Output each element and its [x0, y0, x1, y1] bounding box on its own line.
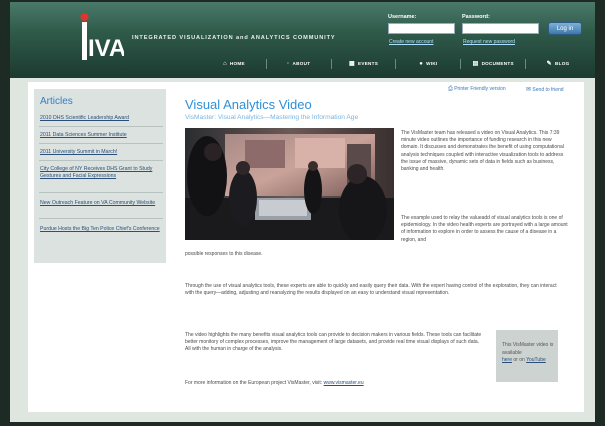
article-paragraph-2-end: possible responses to this disease.: [185, 251, 263, 257]
pen-icon: ✎: [546, 61, 552, 67]
nav-label: BLOG: [554, 61, 570, 66]
sidebar-divider: [39, 160, 163, 161]
site-title: INTEGRATED VISUALIZATION and ANALYTICS C…: [132, 35, 336, 41]
nav-label: HOME: [229, 61, 245, 66]
username-input[interactable]: [388, 23, 455, 34]
video-box-text: This VisMaster video is available here o…: [502, 342, 556, 365]
nav-documents[interactable]: ▤ DOCUMENTS: [461, 59, 527, 69]
home-icon: ⌂: [222, 61, 227, 67]
send-label: Send to friend: [532, 87, 564, 93]
sidebar-divider: [39, 192, 163, 193]
print-link[interactable]: ⎙ Printer Friendly version: [448, 86, 506, 93]
sidebar-divider: [39, 126, 163, 127]
page-subtitle: VisMaster: Visual Analytics—Mastering th…: [185, 114, 359, 121]
browser-page: IVAC INTEGRATED VISUALIZATION and ANALYT…: [10, 2, 595, 422]
password-input[interactable]: [462, 23, 539, 34]
nav-about[interactable]: · ABOUT: [267, 59, 332, 69]
site-header: IVAC INTEGRATED VISUALIZATION and ANALYT…: [10, 2, 595, 78]
youtube-link[interactable]: YouTube: [526, 357, 546, 363]
logo-text: IVAC: [88, 35, 124, 62]
calendar-icon: ▦: [348, 61, 355, 67]
sidebar-item-ccny-grant[interactable]: City College of NY Receives DHS Grant to…: [40, 166, 162, 179]
printer-icon: ⎙: [448, 86, 453, 92]
nav-label: ABOUT: [292, 61, 311, 66]
footer-text: For more information on the European pro…: [185, 380, 324, 386]
print-label: Printer Friendly version: [454, 86, 506, 92]
request-password-link[interactable]: Request new password: [463, 39, 515, 45]
video-box-or: or on: [512, 357, 527, 363]
wiki-icon: ●: [419, 61, 424, 67]
mail-icon: ✉: [526, 87, 532, 93]
vismaster-link[interactable]: www.vismaster.eu: [324, 380, 364, 386]
nav-home[interactable]: ⌂ HOME: [202, 59, 267, 69]
login-button[interactable]: Log in: [548, 22, 582, 35]
video-here-link[interactable]: here: [502, 357, 512, 363]
nav-blog[interactable]: ✎ BLOG: [526, 59, 590, 69]
article-paragraph-1: The VisMaster team has released a video …: [401, 130, 564, 173]
sidebar-item-university-summit[interactable]: 2011 University Summit in March!: [40, 149, 162, 156]
nav-events[interactable]: ▦ EVENTS: [332, 59, 397, 69]
footer-line: For more information on the European pro…: [185, 380, 485, 387]
create-account-link[interactable]: Create new account: [389, 39, 433, 45]
sidebar-item-outreach-feature[interactable]: New Outreach Feature on VA Community Web…: [40, 200, 162, 207]
username-label: Username:: [388, 14, 417, 20]
page-title: Visual Analytics Video: [185, 97, 312, 112]
sidebar-divider: [39, 218, 163, 219]
sidebar-divider: [39, 143, 163, 144]
nav-label: DOCUMENTS: [481, 61, 514, 66]
send-to-friend-link[interactable]: ✉ Send to friend: [526, 86, 564, 93]
nav-wiki[interactable]: ● WIKI: [396, 59, 462, 69]
sidebar-item-summer-institute[interactable]: 2011 Data Sciences Summer Institute: [40, 132, 162, 139]
info-icon: ·: [287, 61, 290, 67]
video-box-label: This VisMaster video is available: [502, 342, 554, 356]
article-paragraph-4: The video highlights the many benefits v…: [185, 332, 482, 353]
password-label: Password:: [462, 14, 490, 20]
sidebar-title: Articles: [40, 96, 73, 107]
article-paragraph-2: The example used to relay the valueadd o…: [401, 215, 568, 243]
main-nav: ⌂ HOME · ABOUT ▦ EVENTS ● WIKI ▤ DOCUMENTS ✎ B…: [202, 57, 590, 71]
articles-sidebar: Articles 2010 DHS Scientific Leadership …: [34, 89, 166, 263]
nav-label: WIKI: [426, 61, 438, 66]
article-paragraph-3: Through the use of visual analytics tool…: [185, 283, 557, 297]
sidebar-item-dhs-award[interactable]: 2010 DHS Scientific Leadership Award: [40, 115, 162, 122]
sidebar-item-purdue-conference[interactable]: Purdue Hosts the Big Ten Police Chief's …: [40, 226, 162, 233]
video-availability-box: This VisMaster video is available here o…: [496, 330, 558, 382]
document-icon: ▤: [472, 61, 479, 67]
video-still-image: [185, 128, 394, 240]
nav-label: EVENTS: [357, 61, 379, 66]
main-content: Articles 2010 DHS Scientific Leadership …: [28, 82, 584, 412]
ivac-logo[interactable]: IVAC: [74, 12, 124, 68]
